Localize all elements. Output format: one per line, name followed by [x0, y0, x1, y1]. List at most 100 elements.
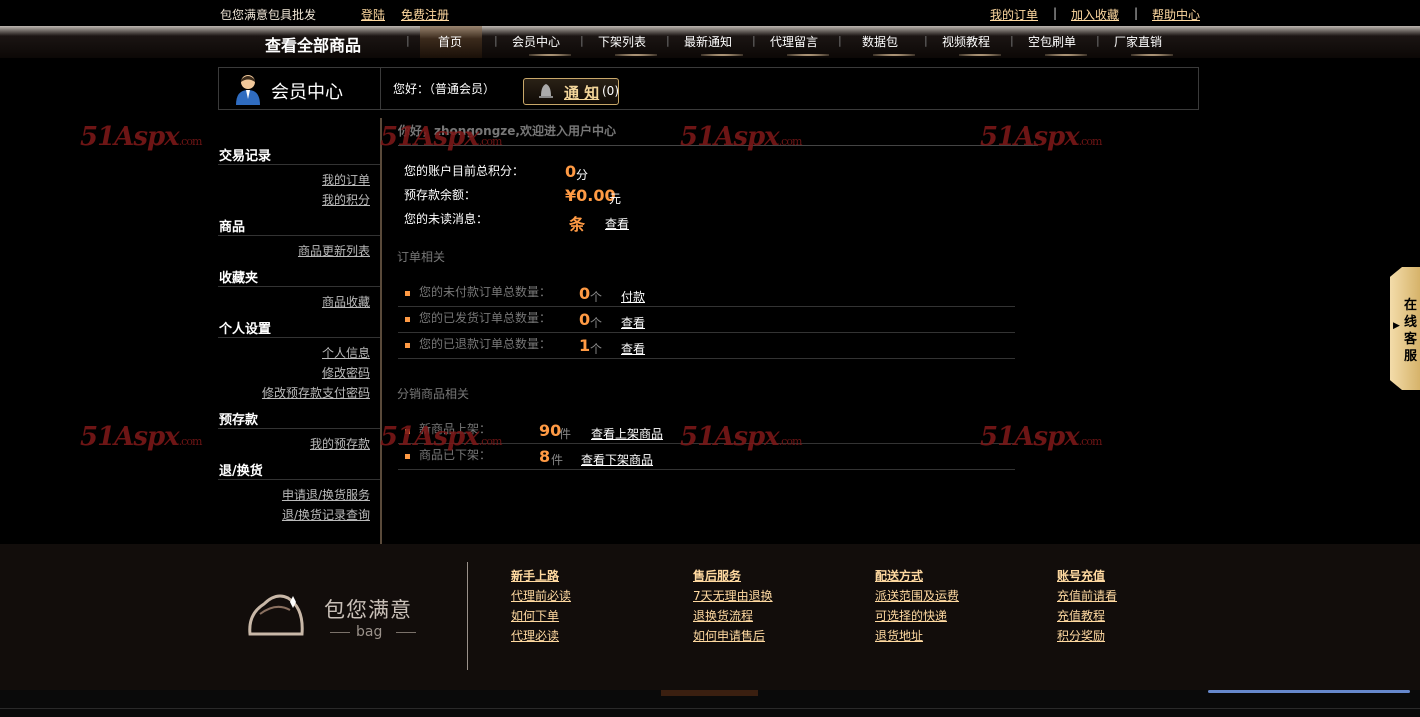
sidebar-link-apply-return[interactable]: 申请退/换货服务: [282, 486, 370, 503]
watermark-suffix: .com: [1078, 135, 1103, 148]
sidebar-link-change-password[interactable]: 修改密码: [322, 364, 370, 381]
divider: [467, 562, 468, 670]
shipped-orders-unit: 个: [590, 316, 603, 330]
bottom-accent: [1208, 690, 1410, 693]
site-brand: 包您满意包具批发: [220, 8, 317, 22]
sidebar-link-return-records[interactable]: 退/换货记录查询: [282, 506, 370, 523]
divider: [218, 428, 380, 429]
footer-link[interactable]: 退货地址: [875, 627, 923, 644]
sidebar-heading-deposit: 预存款: [219, 413, 259, 428]
footer-heading-delivery[interactable]: 配送方式: [875, 567, 923, 584]
nav-glow: [1045, 54, 1087, 56]
footer-link[interactable]: 7天无理由退换: [693, 587, 773, 604]
add-favorite-link[interactable]: 加入收藏: [1071, 6, 1119, 23]
bell-icon: [539, 84, 553, 98]
sidebar-link-change-pay-password[interactable]: 修改预存款支付密码: [262, 384, 370, 401]
watermark-logo: 51Aspx.com: [80, 422, 203, 452]
divider: [396, 632, 416, 633]
divider: [398, 306, 1015, 307]
nav-glow: [701, 54, 743, 56]
nav-item-data-pack[interactable]: 数据包: [862, 33, 898, 50]
footer-logo-text: 包您满意: [324, 598, 412, 622]
points-unit: 分: [576, 168, 589, 182]
nav-glow: [959, 54, 1001, 56]
divider: [218, 337, 380, 338]
watermark-suffix: .com: [178, 435, 203, 448]
separator: |: [1134, 6, 1139, 20]
view-shipped-link[interactable]: 查看: [621, 314, 645, 331]
distribution-section-title: 分销商品相关: [397, 387, 470, 401]
watermark-suffix: .com: [1078, 435, 1103, 448]
footer-link[interactable]: 代理必读: [511, 627, 559, 644]
nav-item-agent-message[interactable]: 代理留言: [770, 33, 818, 50]
notice-count: (0): [602, 84, 619, 98]
member-center-title: 会员中心: [271, 82, 343, 103]
nav-glow: [615, 54, 657, 56]
refunded-orders-value: 1: [579, 336, 591, 355]
footer-link[interactable]: 派送范围及运费: [875, 587, 959, 604]
sidebar-heading-settings: 个人设置: [219, 322, 272, 337]
footer-link[interactable]: 充值教程: [1057, 607, 1105, 624]
divider: [218, 479, 380, 480]
register-link[interactable]: 免费注册: [401, 6, 449, 23]
view-refunded-link[interactable]: 查看: [621, 340, 645, 357]
sidebar-link-my-points[interactable]: 我的积分: [322, 191, 370, 208]
watermark-text: 51Aspx: [680, 422, 780, 452]
watermark-text: 51Aspx: [80, 422, 180, 452]
separator: |: [1053, 6, 1058, 20]
footer-heading-newbie[interactable]: 新手上路: [511, 567, 559, 584]
watermark-text: 51Aspx: [380, 122, 480, 152]
divider: [218, 164, 380, 165]
footer-link[interactable]: 可选择的快递: [875, 607, 947, 624]
login-link[interactable]: 登陆: [361, 6, 385, 23]
shipped-orders-value: 0: [579, 310, 591, 329]
sidebar-link-product-favorites[interactable]: 商品收藏: [322, 293, 370, 310]
footer-link[interactable]: 退换货流程: [693, 607, 753, 624]
nav-item-offshelf-list[interactable]: 下架列表: [598, 33, 646, 50]
sidebar-link-profile[interactable]: 个人信息: [322, 344, 370, 361]
nav-separator: |: [1096, 34, 1100, 47]
view-unread-link[interactable]: 查看: [605, 215, 629, 232]
watermark-suffix: .com: [778, 135, 803, 148]
footer-link[interactable]: 代理前必读: [511, 587, 571, 604]
view-offshelf-link[interactable]: 查看下架商品: [581, 451, 653, 468]
nav-item-factory-direct[interactable]: 厂家直销: [1114, 33, 1162, 50]
bag-logo-icon: [248, 594, 304, 636]
help-center-link[interactable]: 帮助中心: [1152, 6, 1200, 23]
my-orders-link[interactable]: 我的订单: [990, 6, 1038, 23]
footer-link[interactable]: 充值前请看: [1057, 587, 1117, 604]
unpaid-orders-unit: 个: [590, 290, 603, 304]
top-bar: 包您满意包具批发 登陆 免费注册 我的订单 | 加入收藏 | 帮助中心: [0, 0, 1420, 26]
footer-heading-recharge[interactable]: 账号充值: [1057, 567, 1105, 584]
sidebar-link-my-orders[interactable]: 我的订单: [322, 171, 370, 188]
footer-logo-sub: bag: [356, 624, 383, 640]
online-service-tab[interactable]: ▶ 在线客服: [1390, 267, 1420, 390]
sidebar-heading-products: 商品: [219, 220, 246, 235]
view-onshelf-link[interactable]: 查看上架商品: [591, 425, 663, 442]
nav-item-latest-notice[interactable]: 最新通知: [684, 33, 732, 50]
sidebar-heading-returns: 退/换货: [219, 464, 263, 479]
notice-button[interactable]: 通 知 (0): [523, 78, 619, 105]
watermark-text: 51Aspx: [380, 422, 480, 452]
nav-item-video-tutorial[interactable]: 视频教程: [942, 33, 990, 50]
pay-link[interactable]: 付款: [621, 288, 645, 305]
divider: [398, 469, 1015, 470]
footer-link[interactable]: 如何申请售后: [693, 627, 765, 644]
sidebar-link-my-deposit[interactable]: 我的预存款: [310, 435, 370, 452]
nav-separator: |: [924, 34, 928, 47]
nav-item-home[interactable]: 首页: [438, 33, 462, 50]
footer-link[interactable]: 积分奖励: [1057, 627, 1105, 644]
footer-heading-aftersales[interactable]: 售后服务: [693, 567, 741, 584]
watermark-text: 51Aspx: [680, 122, 780, 152]
footer-link[interactable]: 如何下单: [511, 607, 559, 624]
sidebar-link-product-updates[interactable]: 商品更新列表: [298, 242, 370, 259]
nav-glow: [873, 54, 915, 56]
nav-glow: [529, 54, 571, 56]
unpaid-orders-label: 您的未付款订单总数量：: [419, 285, 552, 299]
nav-item-empty-package[interactable]: 空包刷单: [1028, 33, 1076, 50]
all-products-link[interactable]: 查看全部商品: [265, 32, 361, 56]
nav-item-member-center[interactable]: 会员中心: [512, 33, 560, 50]
watermark-logo: 51Aspx.com: [980, 122, 1103, 152]
nav-separator: |: [406, 34, 410, 47]
bottom-strip: [0, 690, 1420, 717]
